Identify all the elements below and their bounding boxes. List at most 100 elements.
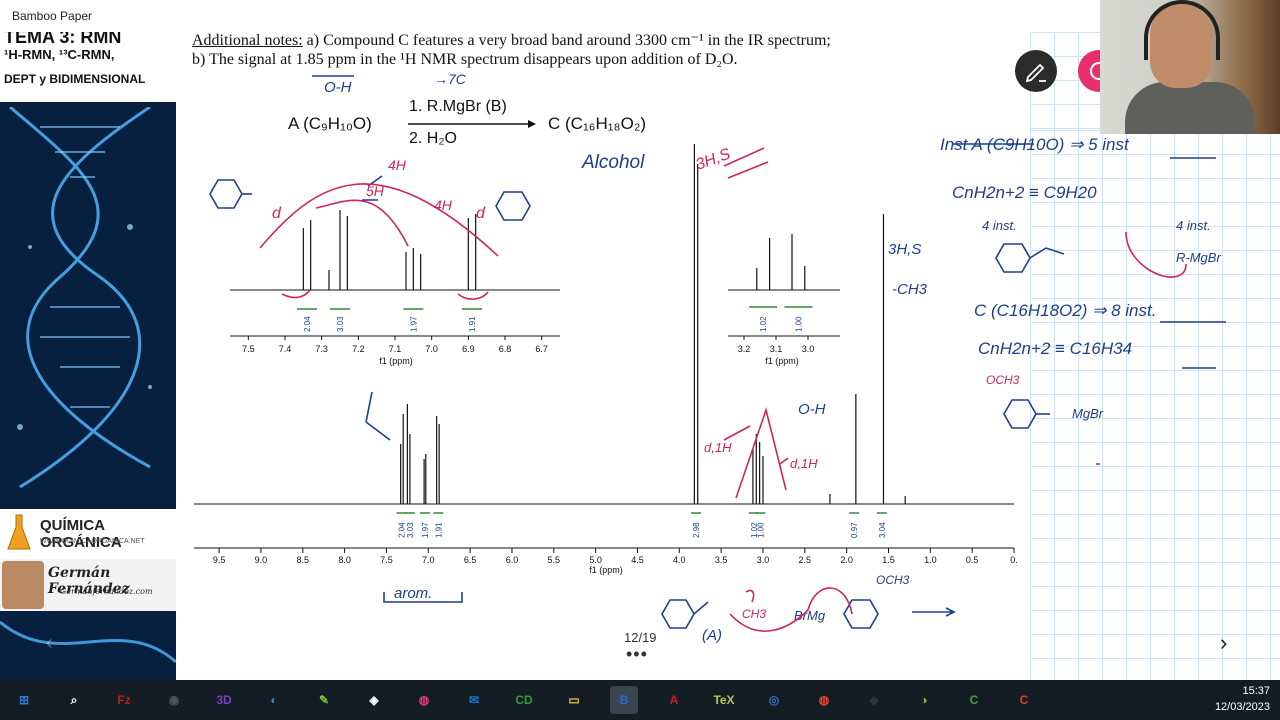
- main-axis-tick-label: 3.0: [757, 555, 770, 565]
- media-icon[interactable]: ◉: [160, 686, 188, 714]
- hw-four-h-right: 4H: [434, 197, 453, 213]
- webcam-overlay: [1100, 0, 1280, 134]
- brand-url: WWW.QUIMICAORGANICA.NET: [40, 538, 145, 545]
- webcam-shirt: [1125, 82, 1255, 134]
- main-axis-tick-label: 7.0: [422, 555, 435, 565]
- main-axis-tick-label: 5.5: [548, 555, 561, 565]
- bamboo-paper-icon[interactable]: B: [610, 686, 638, 714]
- main-axis-tick-label: 5.0: [589, 555, 602, 565]
- main-axis-tick-label: 2.5: [799, 555, 812, 565]
- main-axis-tick-label: 4.5: [631, 555, 644, 565]
- paint-3d-icon[interactable]: ◍: [410, 686, 438, 714]
- inset1-integral-value: 2.04: [303, 316, 312, 332]
- hw-three-h-s-right: 3H,S: [888, 241, 921, 258]
- camtasia-green-icon[interactable]: C: [960, 686, 988, 714]
- window-titlebar: Bamboo Paper: [0, 0, 1280, 32]
- hw-three-h-s: 3H,S: [694, 146, 734, 174]
- pen-tool-button[interactable]: [1015, 50, 1057, 92]
- main-axis-tick-label: 9.0: [255, 555, 268, 565]
- reaction-arrowhead: [528, 120, 536, 128]
- hw-right-2: CnH2n+2 ≡ C9H20: [952, 183, 1097, 202]
- 3d-builder-icon[interactable]: 3D: [210, 686, 238, 714]
- camtasia-red-icon[interactable]: C: [1010, 686, 1038, 714]
- hw-d1h-left: d,1H: [704, 440, 732, 455]
- clock-time: 15:37: [1242, 685, 1270, 697]
- inset2-tick-label: 3.0: [802, 344, 815, 354]
- inset2-tick-label: 3.1: [770, 344, 783, 354]
- notepad-plus-icon[interactable]: ✎: [310, 686, 338, 714]
- inset-3ppm: 3.2 3.1 3.0f1 (ppm) 1.02 1.00: [728, 234, 840, 366]
- integral-value: 1.91: [434, 522, 443, 538]
- window-title: Bamboo Paper: [12, 9, 93, 23]
- integral-value: 3.03: [406, 522, 415, 538]
- inset2-integral-value: 1.02: [759, 316, 768, 332]
- topic-subtitle: ¹H-RMN, ¹³C-RMN,: [4, 47, 115, 62]
- inset1-integral-value: 1.91: [468, 316, 477, 332]
- benzene-ring-2: [495, 191, 531, 221]
- flask-icon: [7, 514, 31, 550]
- texworks-icon[interactable]: TeX: [710, 686, 738, 714]
- folder-icon[interactable]: ▭: [560, 686, 588, 714]
- next-slide-icon[interactable]: ›: [1220, 630, 1227, 656]
- search-icon[interactable]: ⌕: [60, 686, 88, 714]
- filezilla-icon[interactable]: Fz: [110, 686, 138, 714]
- main-axis-tick-label: 9.5: [213, 555, 226, 565]
- main-axis-tick-label: 8.0: [338, 555, 351, 565]
- hw-label-a: (A): [702, 627, 722, 644]
- browser-blue-icon[interactable]: ◎: [760, 686, 788, 714]
- chemdraw-icon[interactable]: CD: [510, 686, 538, 714]
- main-axis-tick-label: 2.0: [840, 555, 853, 565]
- inset1-tick-label: 7.4: [279, 344, 292, 354]
- main-axis-tick-label: 0.5: [966, 555, 979, 565]
- inset1-tick-label: 7.1: [389, 344, 402, 354]
- integral-value: 1.00: [756, 522, 765, 538]
- inset1-tick-label: 6.8: [499, 344, 512, 354]
- prev-slide-icon[interactable]: ‹: [46, 632, 53, 655]
- avatar: [2, 561, 44, 609]
- hw-ch3-right: -CH3: [892, 281, 928, 298]
- hw-7c: →7C: [434, 71, 467, 87]
- hw-och3-bottom: OCH3: [876, 573, 910, 587]
- inset1-integral-value: 1.97: [409, 316, 418, 332]
- mail-icon[interactable]: ✉: [460, 686, 488, 714]
- windows-start-icon[interactable]: ⊞: [10, 686, 38, 714]
- hw-right-mgbr: MgBr: [1072, 406, 1104, 421]
- clock-date: 12/03/2023: [1214, 701, 1270, 713]
- hw-right-och3: OCH3: [986, 373, 1020, 387]
- inset1-tick-label: 7.2: [352, 344, 365, 354]
- fiddle-icon[interactable]: ◈: [360, 686, 388, 714]
- hw-d-right: d: [476, 205, 486, 222]
- photos-icon[interactable]: ◐: [260, 686, 288, 714]
- benzene-ring-1: [209, 179, 243, 209]
- main-axis-tick-label: 0.: [1010, 555, 1018, 565]
- main-integrals: 2.04 3.03 1.97 1.91 2.98 1.021.00 0.97 3.04: [396, 512, 887, 538]
- hw-four-h-top: 4H: [388, 157, 407, 173]
- chrome-icon[interactable]: ◍: [810, 686, 838, 714]
- main-axis-tick-label: 4.0: [673, 555, 686, 565]
- hw-alcohol: Alcohol: [581, 152, 645, 173]
- benzene-ring-3: [661, 599, 695, 629]
- inset2-axis-label: f1 (ppm): [765, 356, 799, 366]
- inset-aromatic: 7.5 7.4 7.3 7.2 7.1 7.0 6.9 6.8 6.7 f1 (ppm) 2.04 3…: [230, 210, 560, 366]
- hw-oh-mid: O-H: [798, 401, 826, 418]
- main-axis-tick-label: 8.5: [297, 555, 310, 565]
- android-icon[interactable]: ◑: [910, 686, 938, 714]
- inset1-tick-label: 6.9: [462, 344, 475, 354]
- hw-brmg: BrMg: [794, 608, 826, 623]
- inkscape-icon[interactable]: ◆: [860, 686, 888, 714]
- dna-image: [0, 107, 176, 507]
- hw-right-rmgbr: R-MgBr: [1176, 250, 1221, 265]
- main-axis-ticks: 9.5 9.0 8.5 8.0 7.5 7.0 6.5 6.0 5.5 5.0 4.5 4.0 3.5 3…: [213, 548, 1018, 565]
- inset1-axis-label: f1 (ppm): [379, 356, 413, 366]
- taskbar-clock[interactable]: 15:37 12/03/2023: [1215, 683, 1270, 715]
- author-block: Germán Fernández Germanfernandez.com: [0, 559, 176, 611]
- acrobat-icon[interactable]: A: [660, 686, 688, 714]
- hw-arom: arom.: [394, 585, 432, 602]
- integral-value: 0.97: [850, 522, 859, 538]
- page-indicator: 12/19: [624, 630, 657, 645]
- more-options-icon[interactable]: •••: [626, 644, 648, 665]
- topic-subtitle-2: DEPT y BIDIMENSIONAL: [4, 72, 146, 86]
- author-site: Germanfernandez.com: [60, 587, 153, 596]
- handwriting-pink: 3H,S 4H 5H 4H d d d,1H d,1H CH3 OCH3: [272, 146, 1020, 621]
- integral-value: 2.98: [692, 522, 701, 538]
